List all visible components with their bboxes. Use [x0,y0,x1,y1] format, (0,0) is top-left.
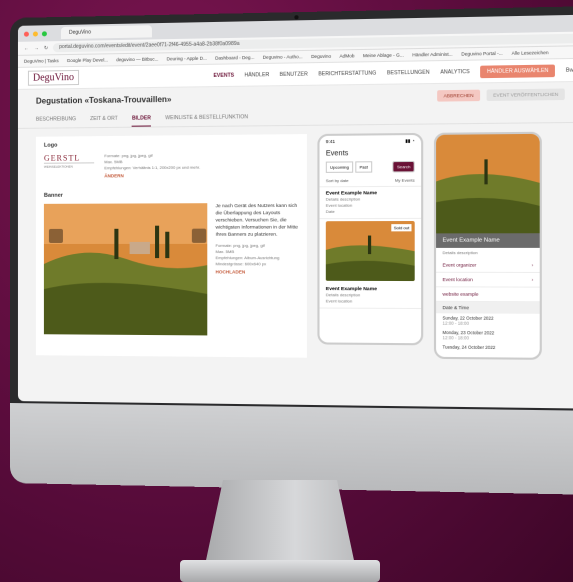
banner-row: Je nach Gerät des Nutzers kann sich die … [43,203,299,336]
banner-hint: Je nach Gerät des Nutzers kann sich die … [215,203,299,238]
screen: DeguVino ← → ↻ portal.deguvino.com/event… [17,14,573,409]
camera [294,15,299,20]
date-day: Tuesday, 24 October 2022 [442,344,496,351]
browser-tab[interactable]: DeguVino [60,25,152,40]
event-card-image: Sold out [325,220,415,282]
bookmark[interactable]: Dashboard - Deg... [215,55,254,61]
nav-haendler[interactable]: HÄNDLER [244,72,269,79]
monitor-stand [205,480,355,565]
haendler-select-button[interactable]: HÄNDLER AUSWÄHLEN [480,64,556,78]
phone-sort-row: Sort by date My Events [319,174,422,188]
past-tab[interactable]: Past [355,161,373,173]
forward-icon[interactable]: → [34,45,39,51]
phone-search-button[interactable]: Search [392,160,415,173]
sold-out-badge: Sold out [391,224,412,232]
date-time: 12:00 - 18:00 [442,335,469,341]
main-nav: EVENTS HÄNDLER BENUTZER BERICHTERSTATTUN… [213,64,573,82]
close-window-icon[interactable] [23,31,29,37]
detail-location-row[interactable]: Event location › [436,272,540,288]
tab-bilder[interactable]: BILDER [131,115,151,127]
nav-analytics[interactable]: ANALYTICS [440,68,469,75]
nav-bestellungen[interactable]: BESTELLUNGEN [387,69,430,76]
reload-icon[interactable]: ↻ [44,45,48,51]
date-item: Sunday, 22 October 2022 12:00 - 18:00 [436,313,540,328]
banner-image [43,203,208,336]
phone-segment: Upcoming Past Search [320,159,422,175]
phone-status-bar: 9:41 ▮▮ ◔ [320,135,422,148]
user-avatar[interactable]: Bw [566,67,573,73]
bookmark[interactable]: deguvino — Bitbuc... [116,57,158,63]
logo-recommendation: Empfehlungen: Verhältnis 1:1, 200x200 px… [104,164,201,171]
banner-meta: Je nach Gerät des Nutzers kann sich die … [216,203,299,336]
upcoming-tab[interactable]: Upcoming [325,161,354,173]
bookmark[interactable]: Deguvino Portal -... [461,51,503,57]
logo-row: GERSTL WEINSELEKTIONEN Formate: png, jpg… [43,152,299,179]
imac-monitor: DeguVino ← → ↻ portal.deguvino.com/event… [10,6,573,495]
detail-website-row[interactable]: website example [436,287,540,303]
app-logo[interactable]: DeguVino [27,69,80,86]
upload-banner-button[interactable]: HOCHLADEN [216,269,299,274]
phone-preview-detail: Event Example Name Details description E… [433,131,542,360]
images-panel: Logo GERSTL WEINSELEKTIONEN Formate: png… [35,134,307,358]
bookmark[interactable]: Händler Administ... [412,52,452,58]
event-card[interactable]: Event Example Name Details description E… [319,186,422,220]
detail-location: Event location [442,276,473,283]
chevron-right-icon: › [531,262,534,268]
tab-beschreibung[interactable]: BESCHREIBUNG [36,116,76,127]
bookmark[interactable]: Deuring - Apple D... [167,56,207,62]
detail-description: Details description [442,249,478,256]
banner-section-label: Banner [43,192,63,199]
nav-events[interactable]: EVENTS [213,72,234,78]
bookmark[interactable]: Meine Ablage - G... [363,52,404,58]
event-card-location: Event location [325,298,353,304]
detail-organizer: Event organizer [442,262,477,268]
bookmark[interactable]: DeguVino | Tasks [24,58,59,64]
date-item: Monday, 23 October 2022 12:00 - 18:00 [436,328,540,343]
tab-zeit-ort[interactable]: ZEIT & ORT [90,116,118,127]
bookmark[interactable]: Google Play Devel... [67,57,108,63]
bookmark[interactable]: Deguvino - Autho... [263,54,303,60]
maximize-window-icon[interactable] [41,30,47,36]
brand-logo-text: GERSTL [43,153,95,164]
sort-dropdown[interactable]: Sort by date [326,178,349,183]
detail-hero-image [436,133,540,234]
logo-meta: Formate: png, jpg, jpeg, gif Max. 5MB Em… [104,152,201,179]
phone-events-title: Events [325,150,349,158]
detail-organizer-row[interactable]: Event organizer › [436,258,540,273]
date-item: Tuesday, 24 October 2022 [436,342,540,352]
signal-icon: ▮▮ ◔ [405,138,415,144]
cancel-button[interactable]: ABBRECHEN [437,89,481,102]
my-events-toggle[interactable]: My Events [395,178,415,183]
minimize-window-icon[interactable] [32,30,38,37]
tab-weinliste[interactable]: WEINLISTE & BESTELLFUNKTION [165,114,248,126]
bookmark[interactable]: AdMob [339,53,354,58]
banner-min-size: Mindestgrösse: 600x640 px [215,261,267,267]
brand-logo-subtext: WEINSELEKTIONEN [43,164,73,169]
brand-logo: GERSTL WEINSELEKTIONEN [43,153,95,169]
back-icon[interactable]: ← [24,45,29,51]
detail-event-name: Event Example Name [436,233,540,248]
logo-section-label: Logo [43,142,58,149]
date-time-header: Date & Time [436,301,540,314]
bookmark[interactable]: Alle Lesezeichen [512,50,549,56]
nav-berichterstattung[interactable]: BERICHTERSTATTUNG [318,70,376,77]
event-card-date: Date [325,208,335,215]
chevron-right-icon: › [531,277,534,283]
bookmark[interactable]: Deguvino [311,54,331,59]
page-title: Degustation «Toskana-Trouvaillen» [35,94,172,106]
nav-benutzer[interactable]: BENUTZER [280,71,308,78]
change-logo-button[interactable]: ÄNDERN [104,173,200,178]
date-time: 12:00 - 18:00 [442,320,469,326]
detail-website: website example [442,291,479,297]
publish-button[interactable]: EVENT VERÖFFENTLICHEN [486,88,565,102]
event-card[interactable]: Event Example Name Details description E… [319,282,422,310]
main-content: Logo GERSTL WEINSELEKTIONEN Formate: png… [18,123,573,369]
phone-time: 9:41 [325,138,336,145]
monitor-stand-base [180,560,380,582]
phone-preview-list: 9:41 ▮▮ ◔ Events Upcoming Past Search So… [317,132,424,346]
